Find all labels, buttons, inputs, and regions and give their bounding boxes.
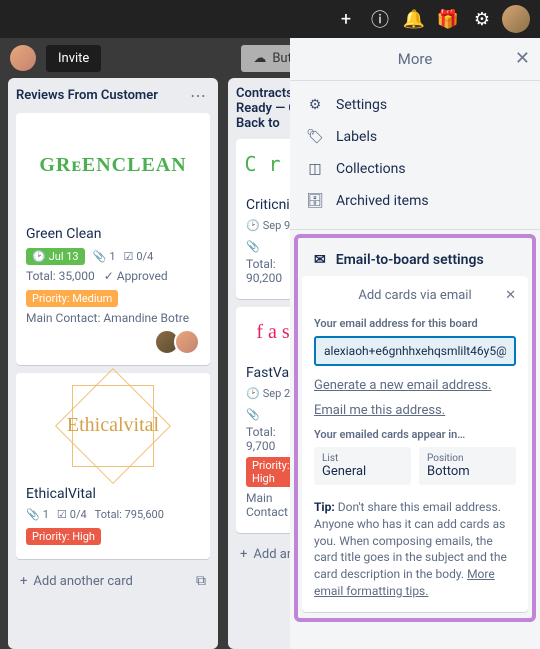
email-address-label: Your email address for this board [314,317,516,330]
mail-icon: ✉ [314,252,326,268]
more-menu: ⚙Settings 🏷Labels ◫Collections 🗄Archived… [290,81,540,225]
list-menu-icon[interactable]: ⋯ [186,86,210,105]
butler-icon: ☁ [253,51,266,66]
email-card-header: Add cards via email ✕ [314,288,516,303]
card-cover: GRᴇENCLEAN [16,113,210,218]
due-badge: 🕑 Sep 21 [246,387,296,400]
card-title: EthicalVital [26,486,200,502]
appear-row: List General Position Bottom [314,447,516,485]
gift-icon[interactable]: 🎁 [434,5,462,33]
due-badge: 🕑 Sep 9 [246,219,290,232]
close-icon[interactable]: ✕ [505,288,516,303]
appear-label: Your emailed cards appear in… [314,428,516,441]
email-to-board-section: ✉ Email-to-board settings Add cards via … [294,234,536,622]
more-header: More ✕ [290,38,540,81]
card-title: Green Clean [26,226,200,242]
settings-item[interactable]: ⚙Settings [290,89,540,121]
appear-pos-label: Position [427,453,508,464]
email-card-title: Add cards via email [358,288,471,303]
priority-badge: Priority: High [26,528,101,545]
member-avatar[interactable] [10,45,36,71]
priority-badge: Priority: Medium [26,290,118,307]
plus-icon[interactable]: + [332,5,360,33]
email-header[interactable]: ✉ Email-to-board settings [302,244,528,276]
template-icon[interactable]: ⧉ [196,573,206,589]
contact-line: Main Contact: Amandine Botre [26,311,200,325]
appear-position-select[interactable]: Position Bottom [419,447,516,485]
attachment-badge: 📎 [246,408,260,421]
total-badge: Total: 795,600 [95,508,164,521]
tag-icon: 🏷 [306,129,324,145]
attachment-badge: 📎 1 [26,508,49,521]
collections-item[interactable]: ◫Collections [290,153,540,185]
checklist-badge: ☑ 0/4 [124,250,154,263]
appear-list-value: General [322,464,403,479]
labels-item[interactable]: 🏷Labels [290,121,540,153]
more-panel: More ✕ ⚙Settings 🏷Labels ◫Collections 🗄A… [290,38,540,649]
member-avatar[interactable] [174,329,200,355]
badges: 📎 1 ☑ 0/4 Total: 795,600 [26,508,200,521]
appear-list-select[interactable]: List General [314,447,411,485]
gear-icon[interactable]: ⚙ [468,5,496,33]
info-icon[interactable]: ⓘ [366,5,394,33]
attachment-badge: 📎 [246,240,260,253]
email-me-link[interactable]: Email me this address. [314,403,516,418]
collection-icon: ◫ [306,161,324,177]
add-card-button[interactable]: + Add another card ⧉ [16,567,210,595]
total-line: Total: 35,000 ✓ Approved [26,269,200,283]
logo-ethicalvital: Ethicalvital [67,414,159,437]
bell-icon[interactable]: 🔔 [400,5,428,33]
appear-list-label: List [322,453,403,464]
email-header-label: Email-to-board settings [336,252,484,268]
divider [290,229,540,230]
top-bar: + ⓘ 🔔 🎁 ⚙ [0,0,540,38]
tip-text: Tip: Don't share this email address. Any… [314,499,516,600]
checklist-badge: ☑ 0/4 [57,508,87,521]
list-reviews: Reviews From Customer ⋯ GRᴇENCLEAN Green… [8,78,218,649]
attachment-badge: 📎 1 [93,250,116,263]
card-cover: Ethicalvital [16,373,210,478]
archived-item[interactable]: 🗄Archived items [290,185,540,217]
card-green-clean[interactable]: GRᴇENCLEAN Green Clean 🕑 Jul 13 📎 1 ☑ 0/… [16,113,210,365]
card-ethicalvital[interactable]: Ethicalvital EthicalVital 📎 1 ☑ 0/4 Tota… [16,373,210,559]
badges: 🕑 Jul 13 📎 1 ☑ 0/4 [26,248,200,265]
invite-button[interactable]: Invite [46,45,101,72]
list-title[interactable]: Reviews From Customer [16,88,158,103]
members [26,329,200,355]
due-badge: 🕑 Jul 13 [26,248,85,265]
appear-pos-value: Bottom [427,464,508,479]
avatar[interactable] [502,5,530,33]
generate-email-link[interactable]: Generate a new email address. [314,378,516,393]
more-title: More [398,50,433,68]
gear-icon: ⚙ [306,97,324,113]
logo-fastvaste: f a s [256,321,289,344]
logo-greenclean: GRᴇENCLEAN [39,154,186,177]
email-address-input[interactable] [314,336,516,366]
email-card: Add cards via email ✕ Your email address… [302,276,528,612]
close-icon[interactable]: ✕ [515,48,530,69]
archive-icon: 🗄 [306,193,324,209]
